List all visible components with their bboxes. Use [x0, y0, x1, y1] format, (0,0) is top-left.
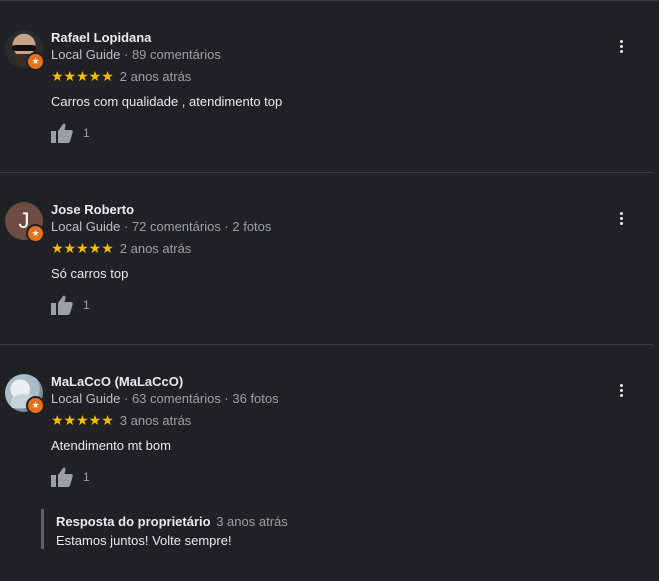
like-button[interactable]: 1: [51, 123, 90, 143]
reviews-panel: ★ Rafael Lopidana Local Guide · 89 comen…: [0, 0, 659, 581]
like-button[interactable]: 1: [51, 467, 90, 487]
star-rating: ★★★★★: [51, 412, 114, 428]
review-text: Carros com qualidade , atendimento top: [51, 94, 283, 109]
rating-row: ★★★★★ 2 anos atrás: [51, 68, 191, 85]
like-button[interactable]: 1: [51, 295, 90, 315]
owner-reply-text: Estamos juntos! Volte sempre!: [56, 533, 232, 548]
more-options-icon[interactable]: [611, 208, 631, 228]
review-time: 2 anos atrás: [119, 241, 192, 256]
reviewer-meta[interactable]: Local Guide · 89 comentários: [51, 47, 221, 62]
thumbs-up-icon: [51, 467, 73, 487]
thumbs-up-icon: [51, 123, 73, 143]
divider: [0, 344, 653, 345]
more-options-icon[interactable]: [611, 36, 631, 56]
reviewer-stats: · 89 comentários: [120, 47, 221, 62]
more-options-icon[interactable]: [611, 380, 631, 400]
divider: [0, 172, 653, 173]
owner-reply-header: Resposta do proprietário 3 anos atrás: [56, 514, 288, 529]
reviewer-meta[interactable]: Local Guide · 63 comentários · 36 fotos: [51, 391, 279, 406]
local-guide-label: Local Guide: [51, 47, 121, 62]
local-guide-star-icon: ★: [26, 224, 45, 243]
local-guide-star-icon: ★: [26, 52, 45, 71]
reviewer-name[interactable]: Rafael Lopidana: [51, 30, 151, 45]
reviewer-name[interactable]: Jose Roberto: [51, 202, 134, 217]
review-text: Só carros top: [51, 266, 129, 281]
like-count: 1: [83, 126, 90, 140]
rating-row: ★★★★★ 2 anos atrás: [51, 240, 191, 257]
like-count: 1: [83, 470, 90, 484]
owner-reply: Resposta do proprietário 3 anos atrás Es…: [41, 509, 288, 549]
reviewer-stats: · 63 comentários · 36 fotos: [120, 391, 279, 406]
reviewer-stats: · 72 comentários · 2 fotos: [120, 219, 272, 234]
reviewer-meta[interactable]: Local Guide · 72 comentários · 2 fotos: [51, 219, 271, 234]
like-count: 1: [83, 298, 90, 312]
owner-reply-label: Resposta do proprietário: [56, 514, 211, 529]
star-rating: ★★★★★: [51, 240, 114, 256]
review-time: 3 anos atrás: [119, 413, 192, 428]
local-guide-star-icon: ★: [26, 396, 45, 415]
reviewer-name[interactable]: MaLaCcO (MaLaCcO): [51, 374, 183, 389]
review-text: Atendimento mt bom: [51, 438, 171, 453]
local-guide-label: Local Guide: [51, 219, 121, 234]
review-time: 2 anos atrás: [119, 69, 192, 84]
owner-reply-time: 3 anos atrás: [216, 514, 288, 529]
star-rating: ★★★★★: [51, 68, 114, 84]
rating-row: ★★★★★ 3 anos atrás: [51, 412, 191, 429]
local-guide-label: Local Guide: [51, 391, 121, 406]
thumbs-up-icon: [51, 295, 73, 315]
